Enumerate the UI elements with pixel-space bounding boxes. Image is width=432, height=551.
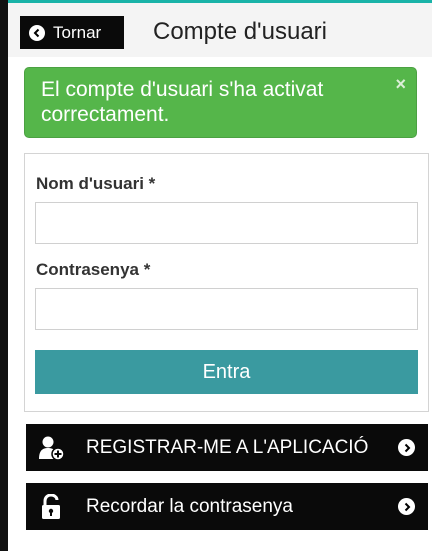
chevron-left-icon <box>29 24 45 41</box>
login-button[interactable]: Entra <box>35 350 418 394</box>
remember-password-button[interactable]: Recordar la contrasenya <box>26 483 428 530</box>
remember-password-label: Recordar la contrasenya <box>86 495 293 517</box>
chevron-right-icon <box>398 498 415 515</box>
register-label: REGISTRAR-ME A L'APLICACIÓ <box>86 436 369 458</box>
alert-message: El compte d'usuari s'ha activat correcta… <box>41 78 324 126</box>
add-user-icon <box>38 435 66 461</box>
username-label: Nom d'usuari * <box>36 174 156 193</box>
device-frame-left <box>0 0 8 551</box>
register-button[interactable]: REGISTRAR-ME A L'APLICACIÓ <box>26 424 428 471</box>
close-icon[interactable]: × <box>395 74 406 95</box>
username-input[interactable] <box>35 202 418 244</box>
unlock-icon <box>40 493 68 520</box>
success-alert: El compte d'usuari s'ha activat correcta… <box>24 67 417 138</box>
login-form: Nom d'usuari * Contrasenya * Entra <box>24 153 429 412</box>
password-input[interactable] <box>35 288 418 330</box>
page-title: Compte d'usuari <box>153 18 327 45</box>
password-label: Contrasenya * <box>36 260 151 279</box>
back-button-label: Tornar <box>53 22 102 42</box>
chevron-right-icon <box>398 439 415 456</box>
app-header: Tornar Compte d'usuari <box>8 3 432 57</box>
back-button[interactable]: Tornar <box>20 16 124 49</box>
